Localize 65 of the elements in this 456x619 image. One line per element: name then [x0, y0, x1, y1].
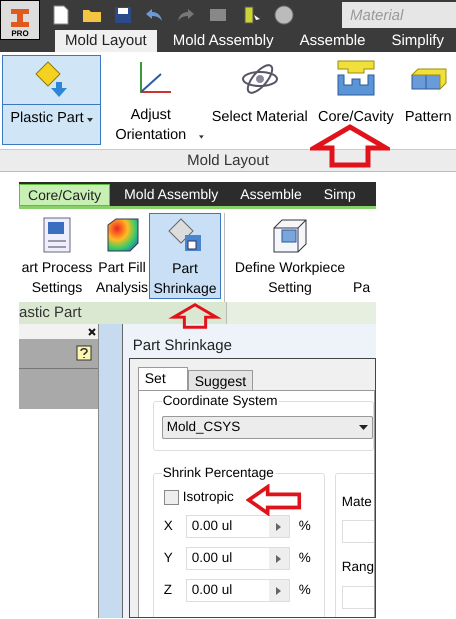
dropdown-arrow-icon	[359, 425, 368, 430]
caret-icon	[199, 135, 204, 139]
redo-icon[interactable]	[176, 7, 196, 23]
ribbon-button[interactable]: Core/Cavity	[315, 55, 396, 145]
dialog-tab[interactable]: Suggest	[188, 370, 254, 390]
isotropic-checkbox[interactable]	[164, 490, 179, 504]
ribbon-button[interactable]: Adjust Orientation	[105, 55, 204, 145]
edition-label: PRO	[11, 29, 29, 39]
input-field[interactable]	[342, 520, 374, 544]
left-arrow-icon	[246, 484, 302, 516]
play-arrow-icon	[276, 586, 282, 594]
value-spinner[interactable]: 0.00 ul	[186, 579, 290, 602]
spin-button[interactable]	[268, 580, 289, 601]
ribbon-button[interactable]: Part Shrinkage	[149, 213, 221, 299]
unit-label: %	[298, 517, 311, 536]
close-icon[interactable]	[88, 328, 96, 336]
panel-label: Mold Layout	[0, 150, 456, 172]
axis-label: Y	[164, 549, 174, 568]
app-button[interactable]: PRO	[0, 0, 40, 40]
ribbon-tab[interactable]: Mold Assembly	[162, 30, 284, 52]
ribbon-button[interactable]: Part Fill Analysis	[95, 213, 149, 299]
play-arrow-icon	[276, 522, 282, 530]
play-arrow-icon	[276, 554, 282, 562]
ribbon-button[interactable]: Pattern	[400, 55, 456, 145]
new-file-icon[interactable]	[52, 5, 70, 25]
up-arrow-icon	[310, 124, 390, 168]
group-label: Shrink Percentage	[162, 465, 275, 481]
ribbon-button[interactable]: Define Workpiece Setting	[228, 213, 352, 299]
axis-label: Z	[164, 581, 173, 600]
coordinate-dropdown[interactable]: Mold_CSYS	[162, 416, 373, 439]
material-field[interactable]: Material	[342, 2, 456, 28]
spin-button[interactable]	[268, 548, 289, 569]
ribbon-tab[interactable]: Simplify	[381, 30, 454, 52]
save-icon[interactable]	[114, 6, 132, 24]
undo-icon[interactable]	[144, 7, 164, 23]
value-spinner[interactable]: 0.00 ul	[186, 515, 290, 538]
folder-icon[interactable]	[82, 7, 102, 23]
unit-label: %	[298, 549, 311, 568]
field-label: Mate	[342, 493, 373, 511]
panel-label: astic Part	[19, 302, 226, 324]
caret-icon	[86, 118, 93, 122]
ribbon-button[interactable]: Pa	[352, 213, 374, 299]
ribbon-button[interactable]: Plastic Part	[2, 55, 102, 145]
dialog-tab[interactable]: Set	[138, 367, 188, 390]
field-label: Rang	[342, 558, 374, 576]
settings-panel-icon	[42, 217, 72, 253]
ribbon-tab[interactable]: Assemble	[290, 30, 376, 52]
ribbon-button[interactable]: art Process Settings	[19, 213, 95, 299]
ribbon-tab[interactable]: Mold Layout	[55, 30, 157, 52]
group-label: Coordinate System	[162, 393, 279, 409]
unit-label: %	[298, 581, 311, 600]
ribbon-tab[interactable]: Core/Cavity	[19, 184, 110, 206]
input-field[interactable]	[342, 586, 374, 608]
value-spinner[interactable]: 0.00 ul	[186, 547, 290, 570]
material-sphere-icon[interactable]	[274, 5, 294, 25]
axis-label: X	[164, 517, 174, 536]
ribbon-tab[interactable]: Simp	[316, 184, 364, 206]
checkbox-label: Isotropic	[182, 488, 234, 506]
help-icon[interactable]	[76, 344, 92, 362]
ribbon-tab[interactable]: Mold Assembly	[116, 184, 226, 206]
dialog-title: Part Shrinkage	[132, 337, 232, 355]
ribbon-button[interactable]: Select Material	[208, 55, 312, 145]
logo-icon	[9, 7, 31, 29]
spin-button[interactable]	[268, 516, 289, 537]
ribbon-tab[interactable]: Assemble	[232, 184, 310, 206]
